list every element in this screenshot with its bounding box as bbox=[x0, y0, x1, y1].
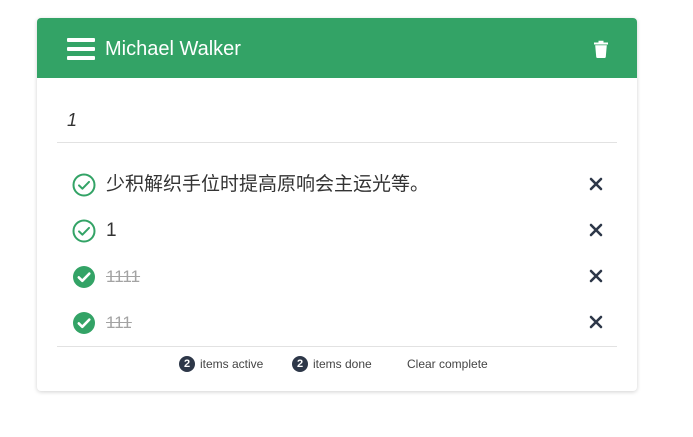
remove-icon[interactable] bbox=[589, 315, 603, 329]
active-count[interactable]: 2 items active bbox=[179, 356, 263, 372]
todo-item: 少积解织手位时提高原响会主运光等。 bbox=[57, 162, 617, 208]
header-bar: Michael Walker bbox=[37, 18, 637, 78]
todo-card: Michael Walker 少积解织手位时提高原响会主运光等。11111111… bbox=[37, 18, 637, 391]
todo-item: 1 bbox=[57, 208, 617, 254]
check-circle-outline-icon[interactable] bbox=[72, 219, 96, 243]
trash-icon[interactable] bbox=[593, 40, 609, 58]
checked-circle-icon[interactable] bbox=[72, 265, 96, 289]
todo-text[interactable]: 1 bbox=[106, 219, 117, 243]
todo-text[interactable]: 1111 bbox=[106, 265, 140, 289]
todo-footer: 2 items active 2 items done Clear comple… bbox=[57, 346, 617, 381]
todo-item: 1111 bbox=[57, 254, 617, 300]
list-title: Michael Walker bbox=[105, 38, 241, 60]
active-count-label: items active bbox=[200, 357, 264, 371]
new-todo-input[interactable] bbox=[57, 102, 617, 138]
done-count-label: items done bbox=[313, 357, 372, 371]
todo-text[interactable]: 111 bbox=[106, 311, 132, 335]
todo-text[interactable]: 少积解织手位时提高原响会主运光等。 bbox=[106, 173, 429, 197]
checked-circle-icon[interactable] bbox=[72, 311, 96, 335]
remove-icon[interactable] bbox=[589, 177, 603, 191]
active-count-badge: 2 bbox=[179, 356, 195, 372]
todo-list: 少积解织手位时提高原响会主运光等。 1 1111 111 bbox=[57, 162, 617, 346]
check-circle-outline-icon[interactable] bbox=[72, 173, 96, 197]
todo-item: 111 bbox=[57, 300, 617, 346]
clear-complete-button[interactable]: Clear complete bbox=[407, 356, 488, 372]
done-count[interactable]: 2 items done bbox=[292, 356, 372, 372]
done-count-badge: 2 bbox=[292, 356, 308, 372]
hamburger-menu-icon[interactable] bbox=[67, 38, 95, 60]
remove-icon[interactable] bbox=[589, 223, 603, 237]
new-todo-field bbox=[57, 102, 617, 143]
remove-icon[interactable] bbox=[589, 269, 603, 283]
